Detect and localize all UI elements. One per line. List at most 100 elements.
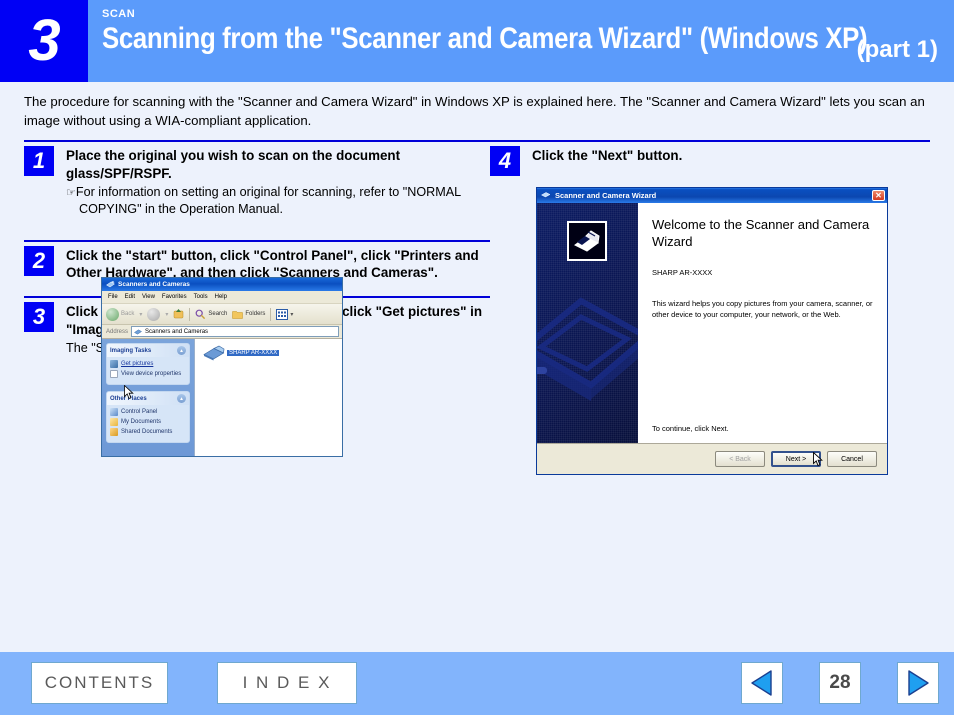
header-text-group: SCAN Scanning from the "Scanner and Came… [88,0,954,82]
toolbar-views-dropdown-icon[interactable]: ▾ [290,311,293,318]
device-label: SHARP AR-XXXX [227,350,280,356]
previous-page-button[interactable] [741,662,783,704]
page-number: 28 [819,662,861,704]
step-2-number: 2 [24,245,54,276]
toolbar-views-button[interactable]: ▾ [276,308,293,320]
toolbar-back-label: Back [121,311,135,317]
step-3-number: 3 [24,301,54,332]
wizard-titlebar: Scanner and Camera Wizard ✕ [537,188,887,203]
close-icon[interactable]: ✕ [872,190,885,201]
toolbar-folders-button[interactable]: Folders [232,309,265,320]
chapter-number-block: 3 [0,0,88,82]
link-control-panel[interactable]: Control Panel [110,408,186,416]
folder-icon [232,310,244,319]
header-part-label: (part 1) [856,36,938,63]
menu-help[interactable]: Help [215,294,227,300]
wizard-device-name: SHARP AR-XXXX [652,268,713,278]
wizard-body: Welcome to the Scanner and Camera Wizard… [537,203,887,444]
imaging-tasks-header: Imaging Tasks ▴ [107,344,189,357]
next-page-button[interactable] [897,662,939,704]
menu-edit[interactable]: Edit [125,294,135,300]
my-documents-folder-icon [110,418,118,426]
wizard-title-text: Scanner and Camera Wizard [555,191,657,200]
step-divider [24,140,490,142]
link-get-pictures[interactable]: Get pictures [110,360,186,368]
collapse-chevron-icon[interactable]: ▴ [177,346,186,355]
collapse-chevron-icon[interactable]: ▴ [177,394,186,403]
step-1-note: ☞For information on setting an original … [66,185,461,216]
link-view-device-properties[interactable]: View device properties [110,370,186,378]
wizard-continue-text: To continue, click Next. [652,424,729,433]
other-places-body: Control Panel My Documents Shared Docume… [107,405,189,442]
wizard-button-bar: < Back Next > Cancel [537,444,887,474]
back-button[interactable]: < Back [715,451,765,467]
wizard-window-icon [540,190,551,201]
views-icon [276,308,289,320]
shared-documents-folder-icon [110,428,118,436]
header-kicker: SCAN [102,8,136,20]
menu-favorites[interactable]: Favorites [162,294,187,300]
menu-file[interactable]: File [108,294,118,300]
explorer-menubar: File Edit View Favorites Tools Help [102,291,342,304]
imaging-tasks-panel: Imaging Tasks ▴ Get pictures View device… [106,343,190,385]
link-my-documents[interactable]: My Documents [110,418,186,426]
wizard-content-panel: Welcome to the Scanner and Camera Wizard… [638,203,887,443]
device-item-sharp-scanner[interactable]: SHARP AR-XXXX [203,345,280,361]
page-title: Scanning from the "Scanner and Camera Wi… [102,22,868,55]
address-value: Scanners and Cameras [145,328,209,335]
search-icon [195,309,206,319]
toolbar-search-button[interactable]: Search [195,309,227,320]
other-places-header: Other Places ▴ [107,392,189,405]
step-2: 2 Click the "start" button, click "Contr… [24,239,490,282]
device-properties-icon [110,370,118,378]
step-divider [490,140,930,142]
toolbar-folders-label: Folders [245,311,266,317]
scanner-camera-banner-icon [567,221,607,261]
scanner-watermark-icon [537,297,638,401]
address-label: Address [106,328,129,335]
step-4-title: Click the "Next" button. [532,148,683,163]
toolbar-back-dropdown-icon[interactable]: ▾ [139,311,142,318]
link-shared-documents[interactable]: Shared Documents [110,428,186,436]
scanner-window-icon [106,280,115,289]
explorer-content-pane: SHARP AR-XXXX [194,339,342,456]
step-divider [24,239,490,242]
mouse-cursor-icon [124,385,134,400]
step-1: 1 Place the original you wish to scan on… [24,140,490,218]
index-button[interactable]: I N D E X [217,662,357,704]
toolbar-forward-dropdown-icon[interactable]: ▾ [165,311,168,318]
explorer-task-sidebar: Imaging Tasks ▴ Get pictures View device… [102,339,194,456]
menu-view[interactable]: View [142,294,155,300]
address-input[interactable]: Scanners and Cameras [131,326,339,337]
forward-arrow-icon[interactable] [147,307,161,321]
explorer-titlebar: Scanners and Cameras [102,278,342,291]
step-1-title: Place the original you wish to scan on t… [66,148,401,181]
scanner-device-icon [203,345,225,361]
step-4: 4 Click the "Next" button. [490,140,930,176]
control-panel-icon [110,408,118,416]
cancel-button[interactable]: Cancel [827,451,877,467]
toolbar-separator [270,307,272,321]
toolbar-search-label: Search [208,311,228,317]
step-1-number: 1 [24,146,54,176]
toolbar-back-button[interactable]: Back [106,307,135,321]
toolbar-up-icon[interactable] [173,308,184,321]
wizard-banner-panel [537,203,638,443]
explorer-toolbar: Back ▾ ▾ Search Folders ▾ [102,304,342,325]
imaging-tasks-body: Get pictures View device properties [107,357,189,384]
toolbar-separator [189,307,191,321]
menu-tools[interactable]: Tools [194,294,208,300]
right-triangle-icon [908,670,929,696]
pointing-hand-icon: ☞ [66,187,76,200]
mouse-cursor-icon [813,452,823,467]
step-4-number: 4 [490,146,520,176]
get-pictures-icon [110,360,118,368]
contents-button[interactable]: CONTENTS [31,662,168,704]
other-places-panel: Other Places ▴ Control Panel My Document… [106,391,190,443]
footer-bar: CONTENTS I N D E X 28 [0,652,954,715]
intro-paragraph: The procedure for scanning with the "Sca… [24,94,925,129]
wizard-body-text: This wizard helps you copy pictures from… [652,299,873,320]
explorer-title-text: Scanners and Cameras [118,281,190,288]
back-arrow-icon [106,307,119,321]
explorer-main-area: Imaging Tasks ▴ Get pictures View device… [102,339,342,456]
